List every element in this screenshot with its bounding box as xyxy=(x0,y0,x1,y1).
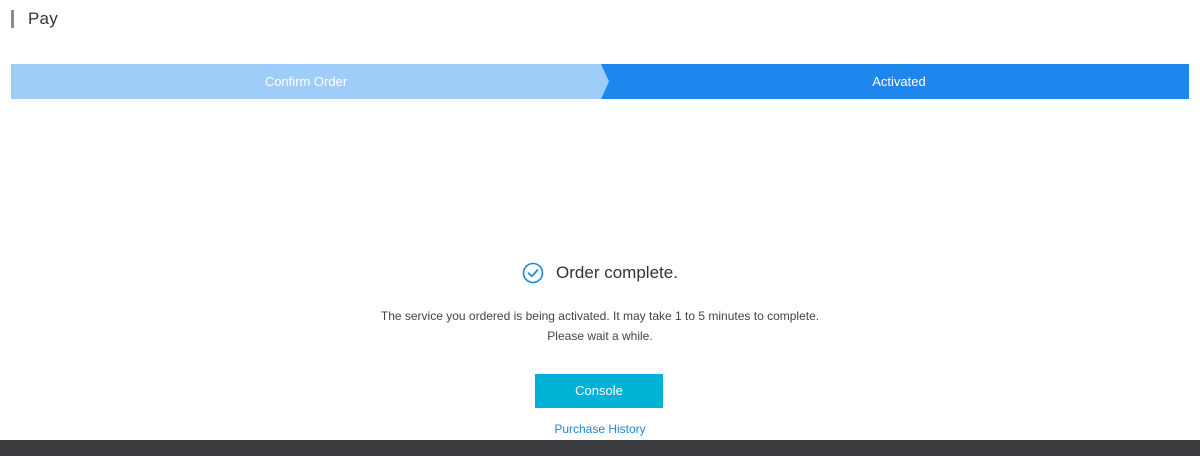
progress-steps: Confirm Order Activated xyxy=(11,64,1189,99)
result-heading: Order complete. xyxy=(0,258,1200,289)
result-message: The service you ordered is being activat… xyxy=(0,306,1200,346)
result-title-row: Order complete. xyxy=(522,258,678,288)
check-circle-icon xyxy=(522,262,544,284)
step-confirm-order: Confirm Order xyxy=(264,74,348,89)
page-header: Pay xyxy=(11,8,58,30)
page-title: Pay xyxy=(28,9,58,28)
purchase-history-link: Purchase History xyxy=(0,420,1200,438)
result-message-line-2: Please wait a while. xyxy=(547,329,653,343)
purchase-history-link-text[interactable]: Purchase History xyxy=(554,422,645,436)
footer-bar xyxy=(0,440,1200,456)
header-accent-bar xyxy=(11,10,14,28)
result-message-line-1: The service you ordered is being activat… xyxy=(380,309,820,323)
result-title: Order complete. xyxy=(556,263,678,282)
step-activated: Activated xyxy=(872,74,926,89)
console-button[interactable]: Console xyxy=(535,374,663,408)
